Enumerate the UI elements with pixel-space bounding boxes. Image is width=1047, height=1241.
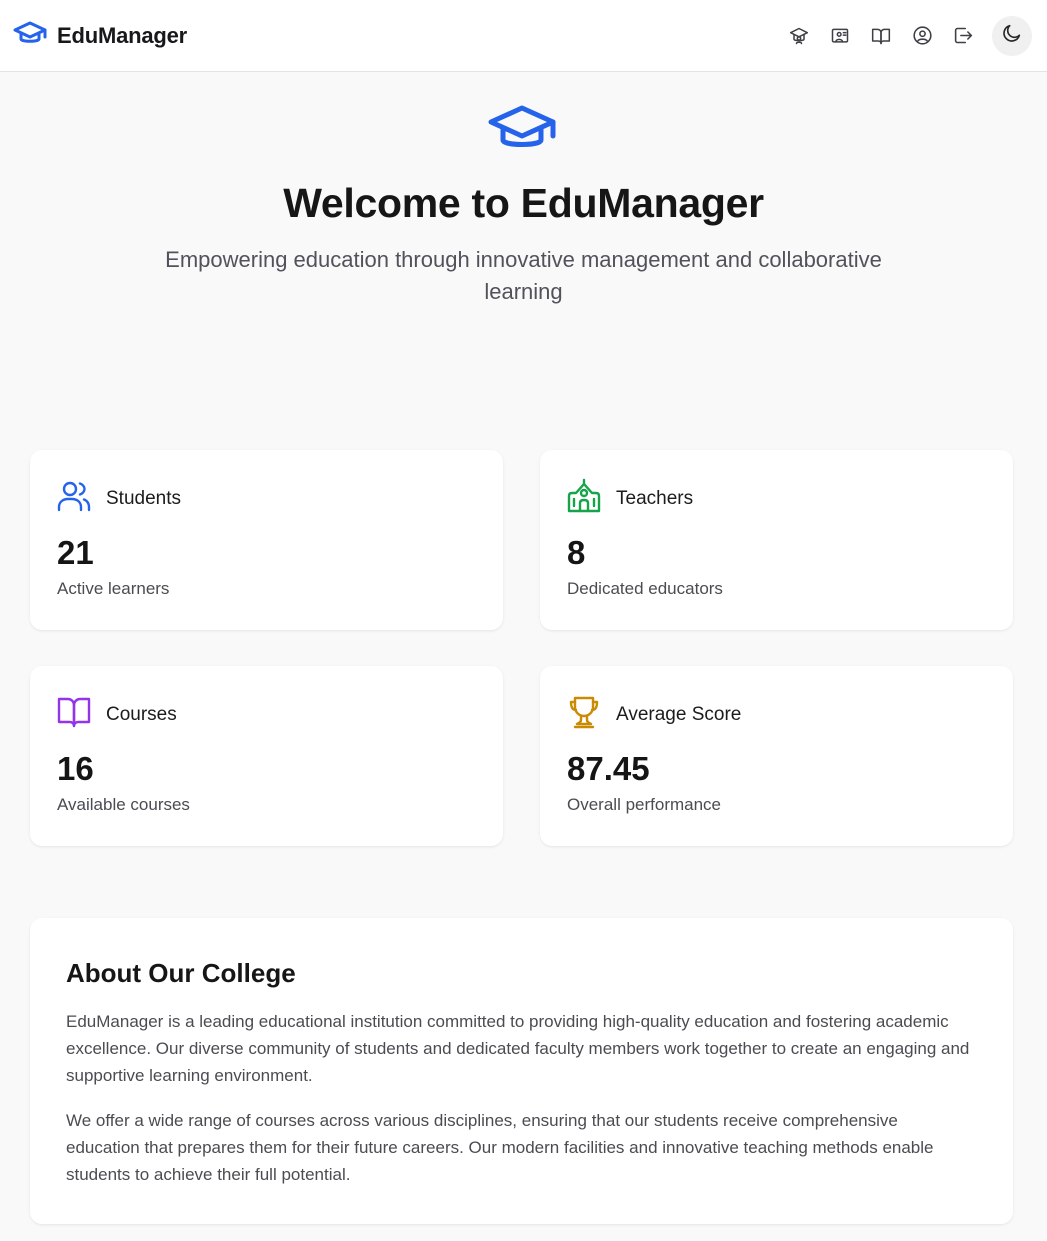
log-out-icon[interactable]	[950, 23, 976, 49]
stat-label: Courses	[106, 703, 177, 725]
stat-description: Active learners	[57, 579, 170, 598]
stat-description: Dedicated educators	[567, 579, 723, 598]
trophy-icon	[566, 694, 602, 735]
school-icon	[566, 478, 602, 519]
page-title: Welcome to EduManager	[283, 180, 764, 226]
brand[interactable]: EduManager	[13, 19, 187, 52]
graduation-cap-logo-icon	[13, 19, 47, 52]
about-paragraph: EduManager is a leading educational inst…	[66, 1012, 970, 1085]
stat-label: Teachers	[616, 487, 694, 509]
moon-icon	[1001, 22, 1023, 49]
page-subtitle: Empowering education through innovative …	[165, 247, 882, 304]
stat-card-students: Students 21 Active learners	[30, 450, 503, 630]
user-circle-icon[interactable]	[909, 23, 935, 49]
top-navbar: EduManager	[0, 0, 1047, 72]
stat-card-teachers: Teachers 8 Dedicated educators	[540, 450, 1013, 630]
stat-label: Students	[106, 487, 181, 509]
book-open-icon	[56, 694, 92, 735]
brand-name: EduManager	[57, 22, 188, 48]
theme-toggle-button[interactable]	[992, 15, 1032, 56]
stat-value: 8	[567, 534, 586, 571]
book-open-icon[interactable]	[868, 23, 894, 49]
graduation-cap-hero-icon	[487, 100, 557, 161]
stat-value: 87.45	[567, 750, 650, 787]
graduation-cap-icon[interactable]	[786, 23, 812, 49]
stat-card-average-score: Average Score 87.45 Overall performance	[540, 666, 1013, 846]
stat-value: 16	[57, 750, 94, 787]
users-icon	[56, 478, 92, 519]
about-section: About Our College EduManager is a leadin…	[30, 918, 1013, 1224]
presentation-icon[interactable]	[827, 23, 853, 49]
stat-description: Overall performance	[567, 795, 722, 814]
stat-label: Average Score	[616, 703, 742, 725]
stat-value: 21	[57, 534, 94, 571]
about-title: About Our College	[66, 958, 296, 988]
about-paragraph: We offer a wide range of courses across …	[66, 1111, 934, 1184]
stat-card-courses: Courses 16 Available courses	[30, 666, 503, 846]
nav-icon-group	[771, 15, 1032, 56]
stat-description: Available courses	[57, 795, 190, 814]
